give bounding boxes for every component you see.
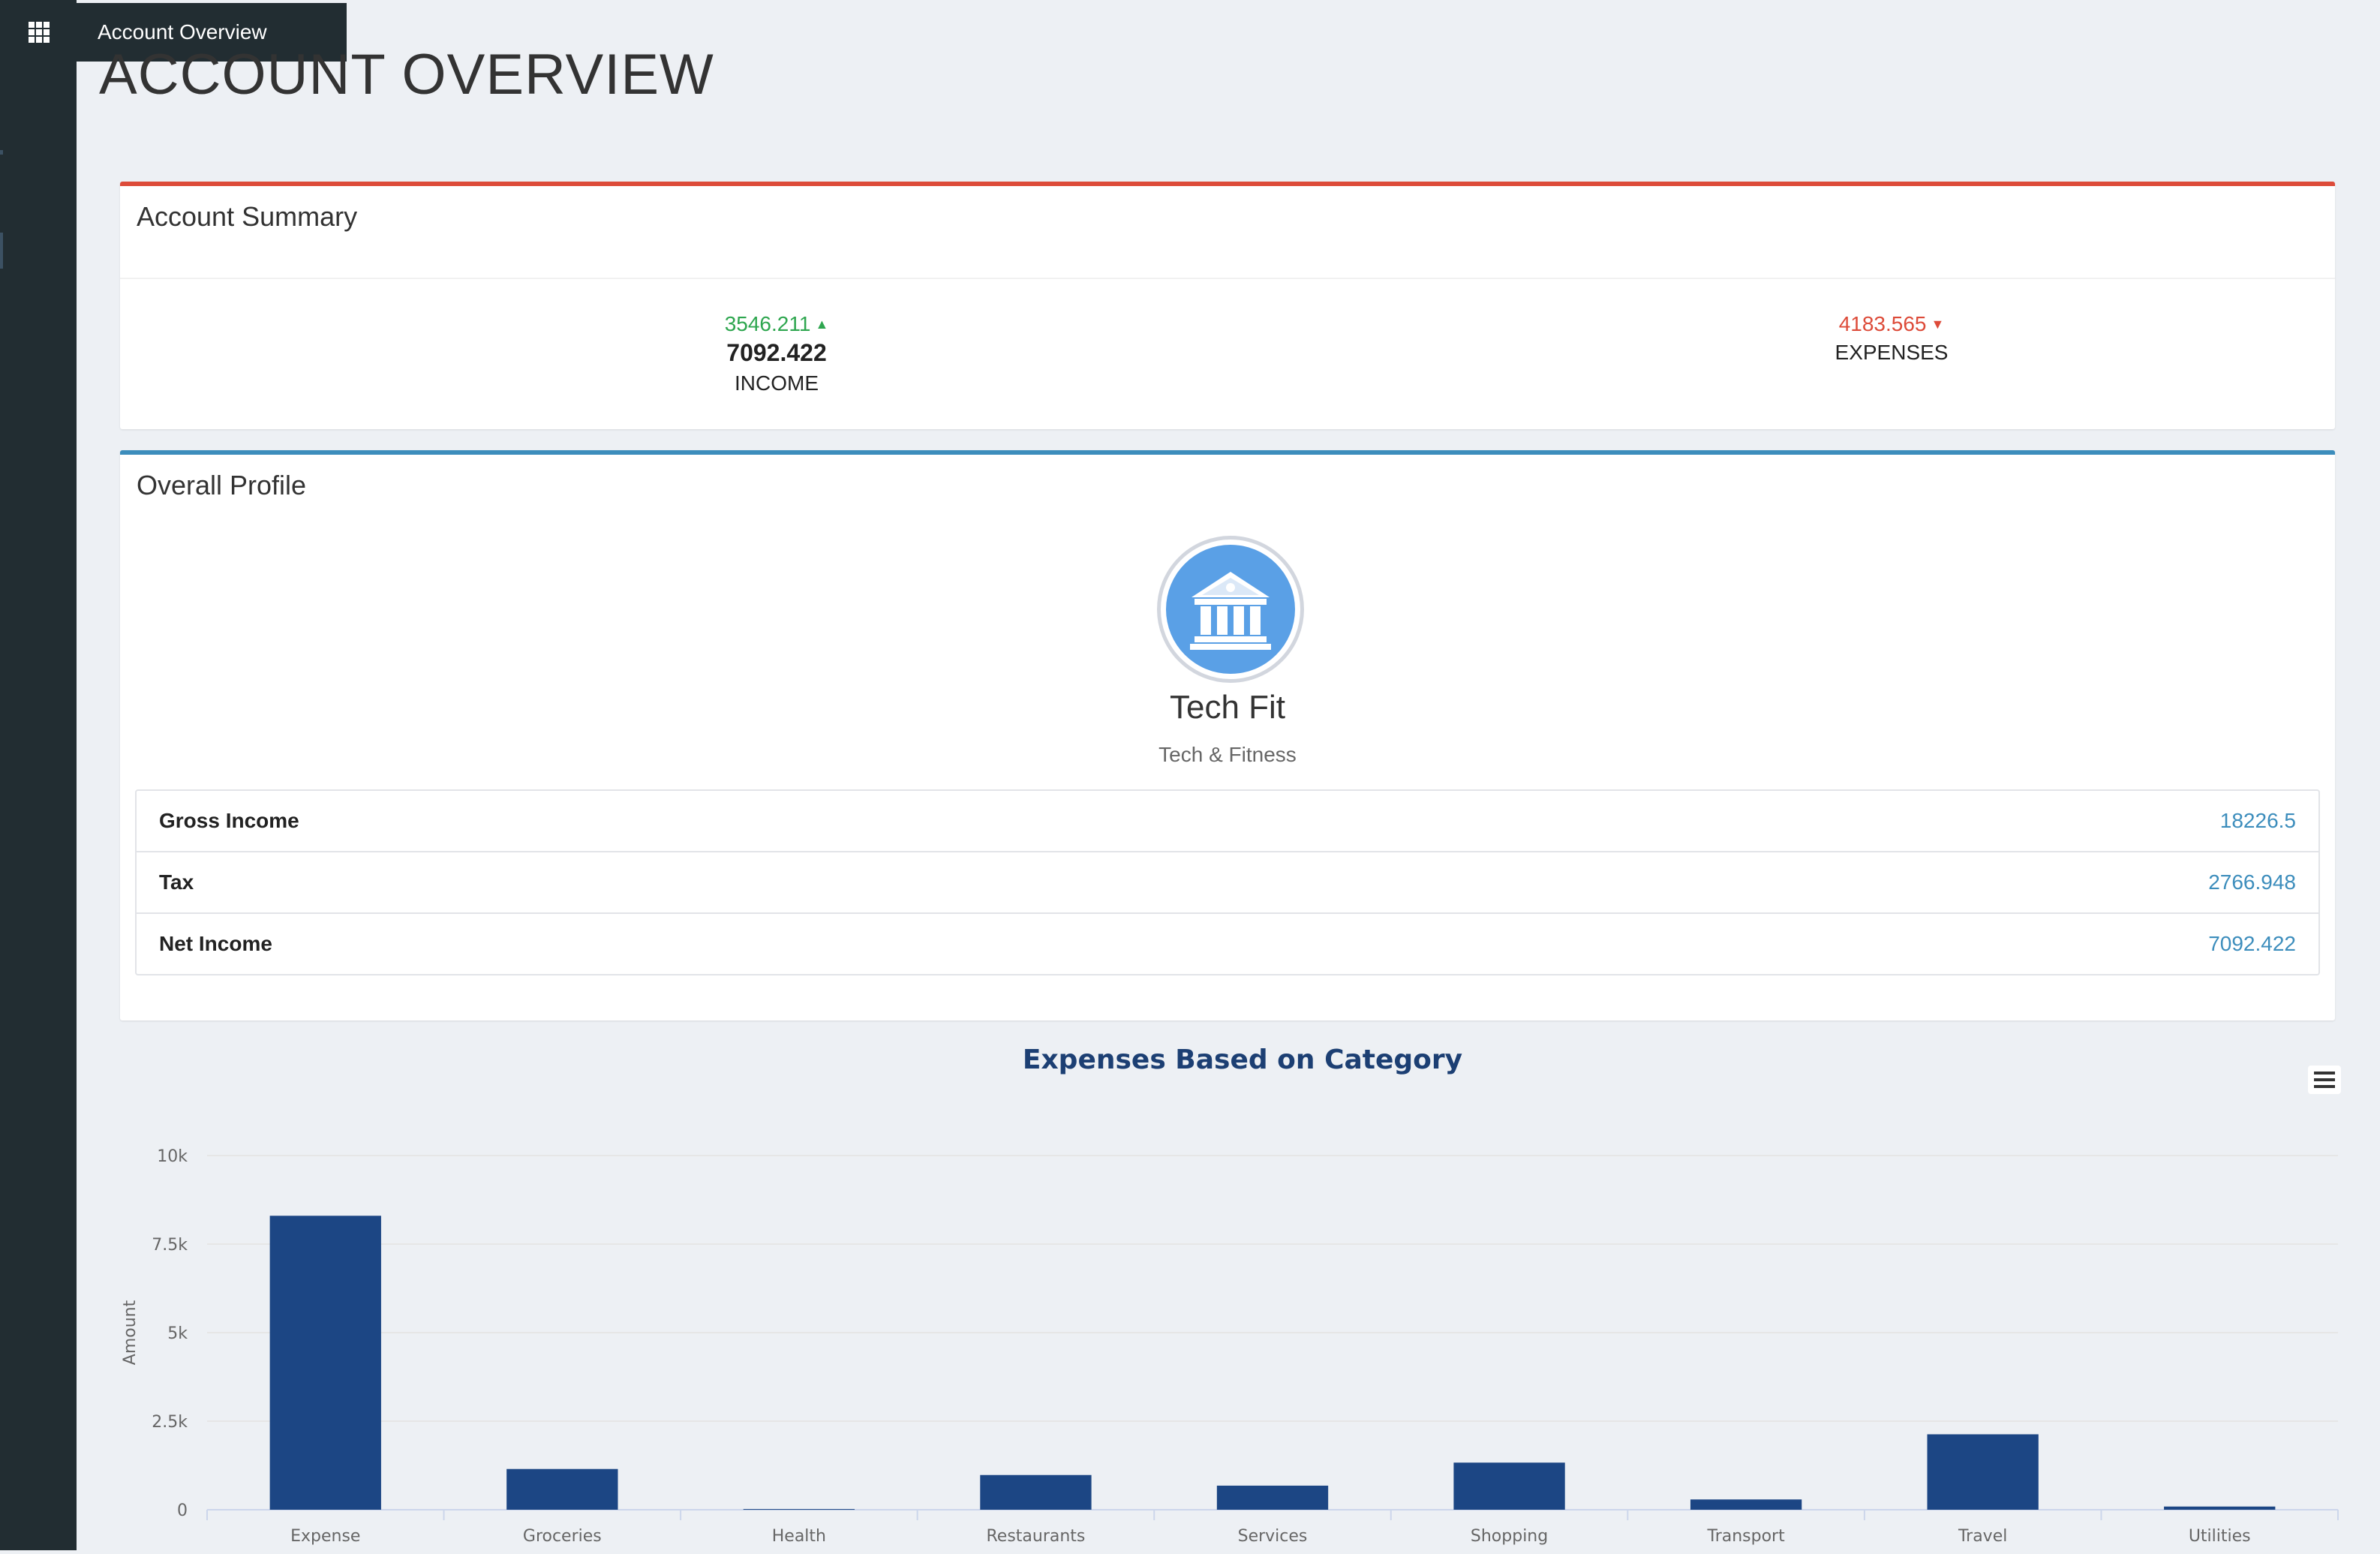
account-summary-panel: Account Summary 3546.211 ▲ 7092.422 INCOM… (120, 182, 2335, 429)
sidebar-marker (0, 150, 3, 155)
expenses-bar-chart: Expenses Based on Category 0 2.5k 5k 7.5k 10k… (121, 1045, 2339, 1546)
list-item: Net Income 7092.422 (137, 912, 2318, 974)
bar-restaurants (980, 1474, 1092, 1510)
income-delta: 3546.211 ▲ (600, 312, 953, 336)
y-tick-label: 0 (177, 1501, 188, 1520)
apps-grid-icon[interactable] (29, 22, 50, 43)
income-stat: 3546.211 ▲ 7092.422 INCOME (600, 312, 953, 395)
income-label: INCOME (735, 371, 819, 395)
x-tick-label: Utilities (2189, 1527, 2251, 1546)
income-amount: 7092.422 (726, 339, 827, 366)
caret-down-icon: ▼ (1931, 317, 1945, 332)
bar-services (1216, 1485, 1329, 1510)
list-item: Gross Income 18226.5 (137, 791, 2318, 851)
x-tick-label: Groceries (523, 1527, 602, 1546)
y-axis-label: Amount (121, 1300, 140, 1365)
bar-shopping (1453, 1462, 1565, 1510)
expenses-stat: 4183.565 ▼ EXPENSES (1715, 312, 2068, 365)
expenses-chart: Expenses Based on Category 0 2.5k 5k 7.5k 10k… (90, 1035, 2356, 1550)
list-item-label: Tax (159, 870, 194, 894)
bar-utilities (2164, 1506, 2276, 1510)
bank-icon (1190, 572, 1271, 650)
list-item-value[interactable]: 18226.5 (2220, 809, 2296, 833)
top-bar-title: Account Overview (98, 20, 267, 44)
list-item-value[interactable]: 2766.948 (2208, 870, 2296, 894)
y-tick-label: 10k (157, 1147, 188, 1166)
profile-list: Gross Income 18226.5 Tax 2766.948 Net In… (135, 789, 2320, 975)
sidebar-marker (0, 233, 3, 269)
x-tick-label: Shopping (1471, 1527, 1548, 1546)
x-tick-label: Travel (1958, 1527, 2007, 1546)
x-tick-label: Expense (290, 1527, 360, 1546)
expenses-delta: 4183.565 ▼ (1715, 312, 2068, 336)
y-tick-label: 2.5k (152, 1413, 188, 1432)
y-tick-label: 5k (167, 1324, 188, 1343)
list-item-value[interactable]: 7092.422 (2208, 932, 2296, 956)
account-summary-title: Account Summary (137, 201, 358, 232)
bar-health (743, 1509, 855, 1510)
bar-transport (1690, 1499, 1802, 1510)
list-item: Tax 2766.948 (137, 851, 2318, 912)
panel-divider (120, 278, 2335, 279)
page-title: ACCOUNT OVERVIEW (99, 43, 714, 107)
overall-profile-title: Overall Profile (137, 470, 307, 500)
sidebar (0, 0, 77, 1550)
x-tick-label: Services (1238, 1527, 1308, 1546)
x-tick-label: Restaurants (986, 1527, 1085, 1546)
y-tick-label: 7.5k (152, 1236, 188, 1255)
caret-up-icon: ▲ (815, 317, 829, 332)
profile-subtitle: Tech & Fitness (1158, 743, 1297, 766)
chart-title: Expenses Based on Category (1023, 1045, 1462, 1075)
list-item-label: Gross Income (159, 809, 299, 832)
bar-expense (269, 1216, 381, 1510)
income-delta-value: 3546.211 (724, 312, 811, 335)
expenses-delta-value: 4183.565 (1838, 312, 1927, 335)
x-tick-label: Transport (1706, 1527, 1785, 1546)
overall-profile-panel: Overall Profile Tech Fit Tech & Fitness … (120, 450, 2335, 1020)
bar-travel (1927, 1434, 2039, 1510)
bar-groceries (506, 1468, 618, 1510)
chart-menu-icon[interactable] (2308, 1066, 2341, 1094)
list-item-label: Net Income (159, 932, 272, 955)
profile-name: Tech Fit (1169, 689, 1286, 726)
profile-avatar (1157, 536, 1304, 683)
x-tick-label: Health (772, 1527, 826, 1546)
expenses-label: EXPENSES (1835, 341, 1949, 364)
